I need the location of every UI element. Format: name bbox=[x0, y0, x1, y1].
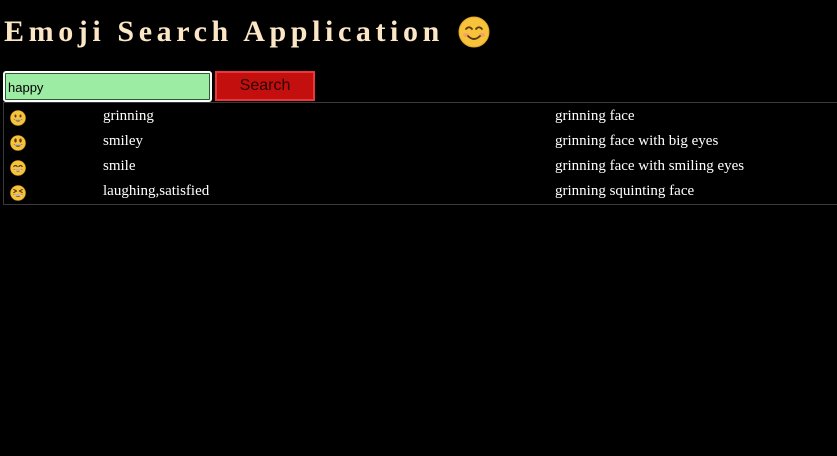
table-row: grinning grinning face bbox=[4, 104, 837, 128]
table-row: smile grinning face with smiling eyes bbox=[4, 154, 837, 178]
emoji-name: grinning face with big eyes bbox=[555, 133, 719, 149]
table-row: laughing,satisfied grinning squinting fa… bbox=[4, 179, 837, 203]
smiling-face-with-smiling-eyes-icon bbox=[458, 16, 490, 48]
grinning-face-with-smiling-eyes-icon bbox=[10, 160, 26, 176]
emoji-codes: grinning bbox=[103, 108, 154, 124]
app-header: Emoji Search Application bbox=[4, 10, 490, 54]
grinning-face-icon bbox=[10, 110, 26, 126]
emoji-name: grinning face with smiling eyes bbox=[555, 158, 745, 174]
page-title: Emoji Search Application bbox=[4, 15, 444, 48]
emoji-name: grinning face bbox=[555, 108, 635, 124]
grinning-squinting-face-icon bbox=[10, 185, 26, 201]
emoji-name: grinning squinting face bbox=[555, 183, 695, 199]
results-table: grinning grinning face smiley grinning f… bbox=[3, 102, 837, 205]
table-row: smiley grinning face with big eyes bbox=[4, 129, 837, 153]
emoji-codes: laughing,satisfied bbox=[103, 183, 210, 199]
emoji-codes: smiley bbox=[103, 133, 143, 149]
emoji-codes: smile bbox=[103, 158, 136, 174]
search-button[interactable]: Search bbox=[215, 71, 315, 101]
grinning-face-with-big-eyes-icon bbox=[10, 135, 26, 151]
search-bar: Search bbox=[3, 70, 315, 102]
search-input[interactable] bbox=[3, 70, 212, 102]
